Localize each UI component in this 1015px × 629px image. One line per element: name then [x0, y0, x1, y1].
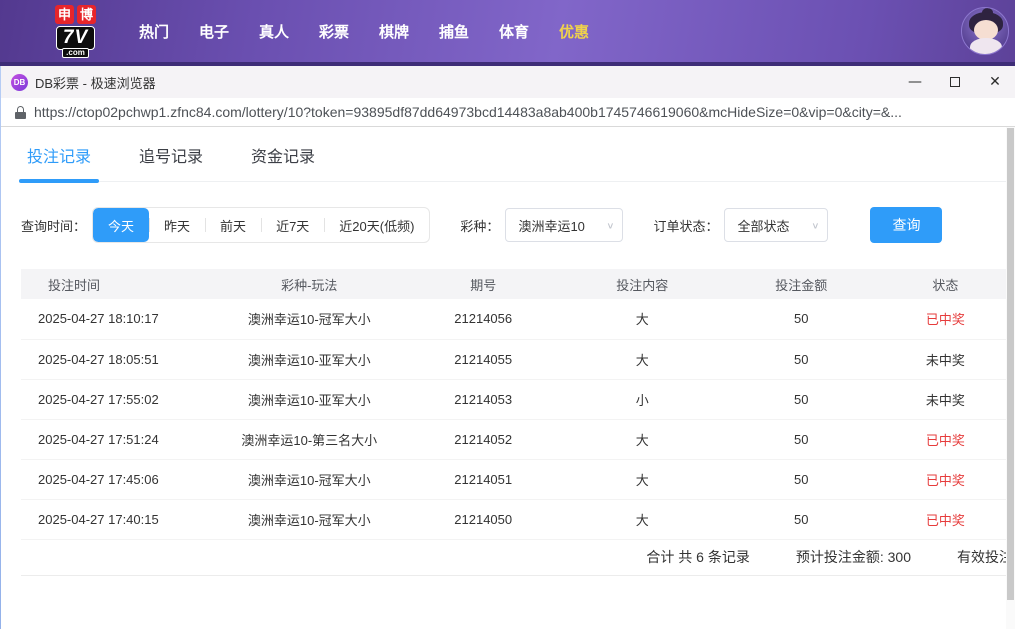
tab-fund-records[interactable]: 资金记录: [245, 143, 321, 181]
time-option-20days[interactable]: 近20天(低频): [324, 208, 429, 242]
order-status-value: 全部状态: [737, 218, 790, 234]
user-avatar[interactable]: [961, 7, 1009, 55]
lottery-select[interactable]: 澳洲幸运10 ∨: [505, 208, 624, 242]
nav-item-slots[interactable]: 电子: [184, 21, 244, 42]
logo-name: 7V: [55, 25, 96, 50]
time-range-group: 今天 昨天 前天 近7天 近20天(低频): [92, 207, 431, 243]
order-status-select[interactable]: 全部状态 ∨: [724, 208, 829, 242]
site-logo[interactable]: 申 博 7V .com: [55, 4, 96, 58]
maximize-button[interactable]: [935, 66, 975, 98]
time-option-7days[interactable]: 近7天: [261, 208, 324, 242]
browser-title-bar: DB DB彩票 - 极速浏览器 — ✕: [1, 66, 1015, 98]
nav-item-lottery[interactable]: 彩票: [304, 21, 364, 42]
status-badge: 未中奖: [875, 339, 1015, 380]
table-row: 2025-04-27 17:40:15 澳洲幸运10-冠军大小 21214050…: [21, 499, 1015, 540]
logo-char-right: 博: [77, 4, 96, 24]
url-text[interactable]: https://ctop02pchwp1.zfnc84.com/lottery/…: [34, 104, 902, 120]
status-badge: 已中奖: [875, 299, 1015, 340]
lottery-select-value: 澳洲幸运10: [518, 218, 585, 234]
nav-item-live[interactable]: 真人: [244, 21, 304, 42]
col-issue: 期号: [408, 269, 558, 299]
table-header-row: 投注时间 彩种-玩法 期号 投注内容 投注金额 状态: [21, 269, 1015, 299]
nav-item-hot[interactable]: 热门: [124, 21, 184, 42]
logo-char-left: 申: [55, 4, 74, 24]
close-button[interactable]: ✕: [975, 66, 1015, 98]
table-summary: 合计 共 6 条记录 预计投注金额: 300 有效投注金额: [21, 540, 1015, 576]
table-row: 2025-04-27 17:45:06 澳洲幸运10-冠军大小 21214051…: [21, 459, 1015, 500]
browser-window: DB DB彩票 - 极速浏览器 — ✕ https://ctop02pchwp1…: [1, 66, 1015, 629]
record-tabs: 投注记录 追号记录 资金记录: [18, 127, 1015, 183]
chevron-down-icon: ∨: [606, 220, 615, 231]
window-title: DB彩票 - 极速浏览器: [35, 75, 156, 91]
site-header: 申 博 7V .com 热门 电子 真人 彩票 棋牌 捕鱼 体育 优惠: [0, 0, 1015, 62]
col-status: 状态: [875, 269, 1015, 299]
lottery-filter-label: 彩种：: [460, 218, 500, 234]
lock-icon: [15, 105, 26, 119]
table-row: 2025-04-27 18:10:17 澳洲幸运10-冠军大小 21214056…: [21, 299, 1015, 340]
tab-chase-records[interactable]: 追号记录: [133, 143, 209, 181]
maximize-icon: [950, 77, 960, 87]
col-bet-amount: 投注金额: [726, 269, 876, 299]
logo-tld: .com: [62, 47, 89, 58]
summary-total-records: 合计 共 6 条记录: [646, 549, 750, 565]
nav-item-sports[interactable]: 体育: [484, 21, 544, 42]
page-scrollbar[interactable]: [1006, 127, 1015, 629]
main-nav: 热门 电子 真人 彩票 棋牌 捕鱼 体育 优惠: [124, 21, 604, 42]
table-row: 2025-04-27 17:55:02 澳洲幸运10-亚军大小 21214053…: [21, 379, 1015, 420]
filter-bar: 查询时间： 今天 昨天 前天 近7天 近20天(低频) 彩种： 澳洲幸运10 ∨…: [21, 207, 1015, 243]
window-controls: — ✕: [895, 66, 1015, 98]
time-option-today[interactable]: 今天: [93, 208, 150, 242]
status-badge: 已中奖: [875, 459, 1015, 500]
status-filter-label: 订单状态：: [653, 218, 719, 234]
table-row: 2025-04-27 17:51:24 澳洲幸运10-第三名大小 2121405…: [21, 419, 1015, 460]
col-bet-content: 投注内容: [557, 269, 727, 299]
time-option-yesterday[interactable]: 昨天: [149, 208, 205, 242]
tab-bet-records[interactable]: 投注记录: [18, 143, 100, 183]
page-content: 投注记录 追号记录 资金记录 查询时间： 今天 昨天 前天 近7天 近20天(低…: [1, 127, 1015, 629]
table-row: 2025-04-27 18:05:51 澳洲幸运10-亚军大小 21214055…: [21, 339, 1015, 380]
summary-expected-amount: 预计投注金额: 300: [795, 549, 911, 565]
search-button[interactable]: 查询: [870, 207, 943, 243]
status-badge: 未中奖: [875, 379, 1015, 420]
minimize-button[interactable]: —: [895, 66, 935, 98]
col-game-play: 彩种-玩法: [209, 269, 409, 299]
url-bar[interactable]: https://ctop02pchwp1.zfnc84.com/lottery/…: [1, 98, 1015, 127]
col-bet-time: 投注时间: [21, 269, 210, 299]
status-badge: 已中奖: [875, 419, 1015, 460]
bet-records-table: 投注时间 彩种-玩法 期号 投注内容 投注金额 状态 2025-04-27 18…: [21, 269, 1015, 540]
time-filter-label: 查询时间：: [21, 218, 87, 234]
favicon-icon: DB: [11, 73, 28, 91]
nav-item-promo[interactable]: 优惠: [544, 21, 604, 42]
nav-item-cards[interactable]: 棋牌: [364, 21, 424, 42]
chevron-down-icon: ∨: [811, 220, 820, 231]
scrollbar-thumb[interactable]: [1007, 128, 1014, 600]
status-badge: 已中奖: [875, 499, 1015, 540]
time-option-day-before[interactable]: 前天: [205, 208, 261, 242]
nav-item-fishing[interactable]: 捕鱼: [424, 21, 484, 42]
screen: 申 博 7V .com 热门 电子 真人 彩票 棋牌 捕鱼 体育 优惠 DB D…: [0, 0, 1015, 629]
